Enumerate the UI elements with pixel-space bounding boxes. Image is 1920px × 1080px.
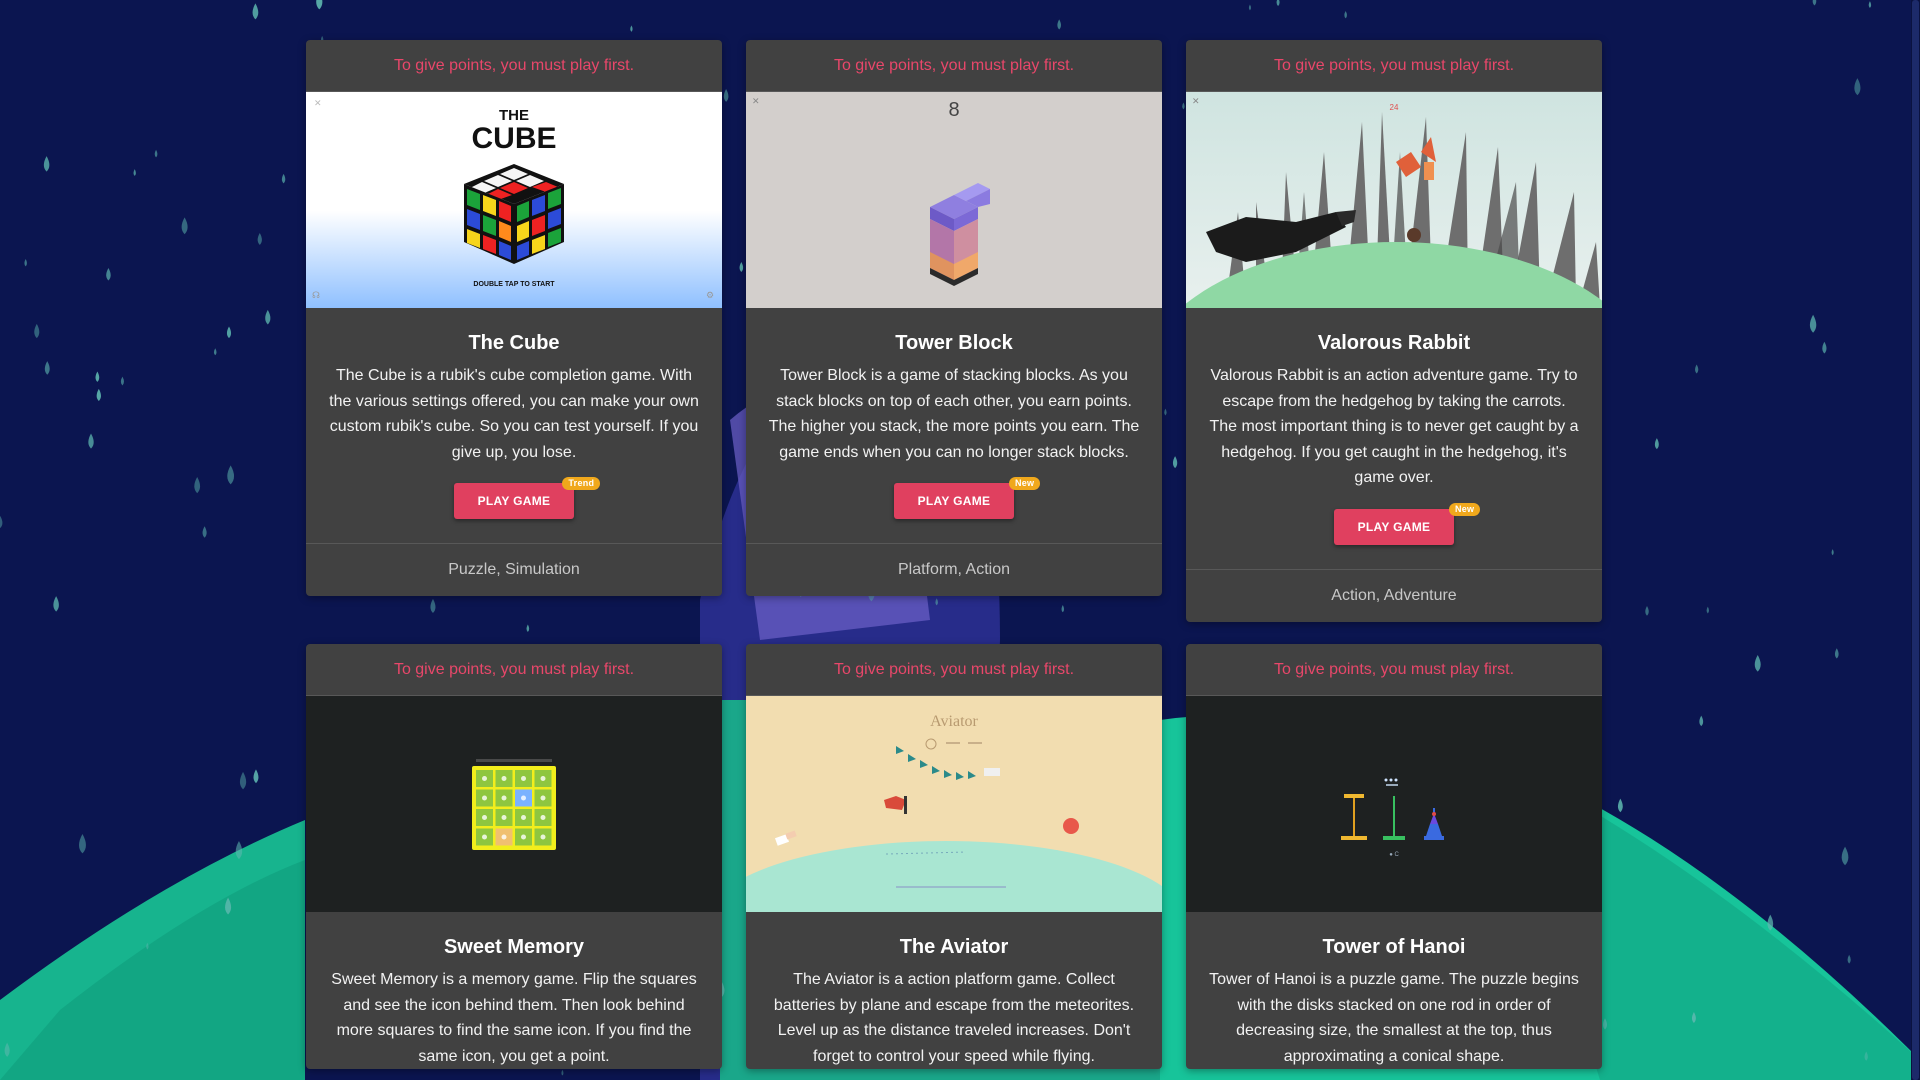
game-card-the-aviator: To give points, you must play first. Avi…	[746, 644, 1162, 1069]
svg-text:☊: ☊	[312, 290, 320, 300]
svg-text:⚙: ⚙	[706, 290, 714, 300]
game-description: The Cube is a rubik's cube completion ga…	[329, 367, 699, 461]
game-title: The Aviator	[899, 936, 1009, 958]
game-thumbnail[interactable]: 24 ✕	[1186, 92, 1602, 308]
svg-text:✕: ✕	[1192, 96, 1200, 106]
game-thumbnail[interactable]: Aviator	[746, 696, 1162, 912]
game-thumbnail[interactable]: ● C	[1186, 696, 1602, 912]
game-card-tower-block: To give points, you must play first. 8 ✕…	[746, 40, 1162, 596]
thumb-logo: Aviator	[930, 713, 978, 730]
game-categories: Action, Adventure	[1186, 568, 1602, 622]
game-title: Valorous Rabbit	[1317, 332, 1471, 354]
points-notice: To give points, you must play first.	[1186, 644, 1602, 696]
play-game-button[interactable]: PLAY GAME New	[893, 477, 1041, 519]
game-title: Tower Block	[895, 332, 1013, 354]
game-description: Sweet Memory is a memory game. Flip the …	[331, 971, 697, 1065]
svg-text:● C: ● C	[1389, 852, 1399, 858]
points-notice: To give points, you must play first.	[746, 644, 1162, 696]
game-card-sweet-memory: To give points, you must play first. Swe…	[306, 644, 722, 1069]
game-title: The Cube	[468, 332, 560, 354]
game-thumbnail[interactable]: THE CUBE DOUBLE TAP TO START ✕ ☊ ⚙	[306, 92, 722, 308]
points-notice: To give points, you must play first.	[306, 644, 722, 696]
game-title: Tower of Hanoi	[1322, 936, 1466, 958]
new-badge: New	[1008, 477, 1041, 490]
thumb-score: 8	[948, 99, 959, 121]
game-card-valorous-rabbit: To give points, you must play first. 24 …	[1186, 40, 1602, 622]
trend-badge: Trend	[562, 477, 601, 490]
scrollbar-thumb[interactable]	[1912, 0, 1919, 1080]
game-categories: Platform, Action	[746, 543, 1162, 596]
thumb-title-line2: CUBE	[471, 122, 556, 155]
points-notice: To give points, you must play first.	[1186, 40, 1602, 92]
play-game-button[interactable]: PLAY GAME Trend	[453, 477, 601, 519]
points-notice: To give points, you must play first.	[746, 40, 1162, 92]
play-game-label: PLAY GAME	[917, 494, 991, 508]
play-game-button[interactable]: PLAY GAME New	[1333, 502, 1481, 545]
game-thumbnail[interactable]	[306, 696, 722, 912]
thumb-score: 24	[1390, 103, 1399, 112]
play-game-label: PLAY GAME	[1357, 519, 1431, 534]
game-title: Sweet Memory	[443, 936, 585, 958]
game-description: The Aviator is a action platform game. C…	[773, 971, 1135, 1065]
game-card-tower-of-hanoi: To give points, you must play first. ● C…	[1186, 644, 1602, 1069]
game-description: Valorous Rabbit is an action adventure g…	[1209, 367, 1579, 486]
scrollbar-track[interactable]	[1911, 0, 1920, 1080]
game-description: Tower Block is a game of stacking blocks…	[768, 367, 1140, 461]
svg-text:✕: ✕	[752, 96, 760, 106]
game-categories: Puzzle, Simulation	[306, 543, 722, 596]
points-notice: To give points, you must play first.	[306, 40, 722, 92]
play-game-label: PLAY GAME	[477, 494, 551, 508]
thumb-hint: DOUBLE TAP TO START	[473, 281, 555, 288]
game-thumbnail[interactable]: 8 ✕	[746, 92, 1162, 308]
game-card-the-cube: To give points, you must play first. THE…	[306, 40, 722, 596]
game-description: Tower of Hanoi is a puzzle game. The puz…	[1209, 971, 1579, 1065]
svg-text:✕: ✕	[314, 98, 322, 108]
new-badge: New	[1448, 502, 1481, 516]
